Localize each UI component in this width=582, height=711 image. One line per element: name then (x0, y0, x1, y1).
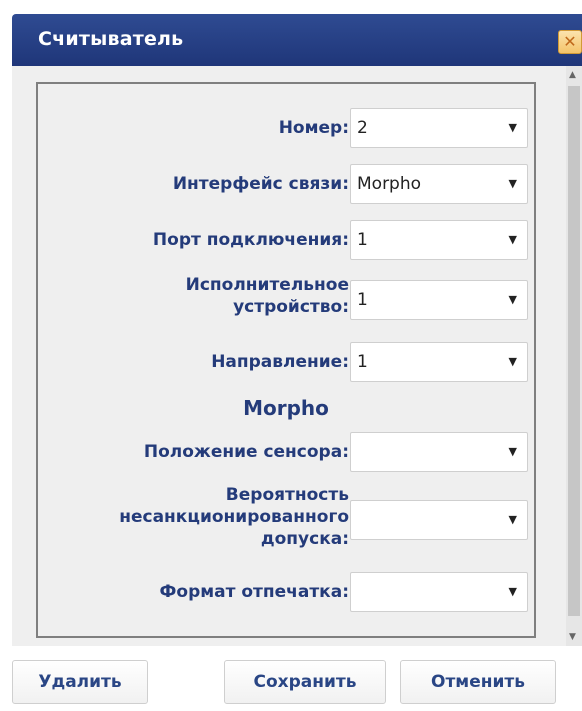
direction-row: Направление: 1 ▼ (38, 342, 534, 382)
far-select[interactable]: ▼ (350, 500, 528, 540)
cancel-button[interactable]: Отменить (400, 660, 556, 704)
port-value: 1 (357, 230, 368, 250)
chevron-down-icon: ▼ (508, 121, 517, 134)
chevron-down-icon: ▼ (508, 233, 517, 246)
executive-device-select[interactable]: 1 ▼ (350, 280, 528, 320)
executive-device-label-line2: устройство: (233, 297, 349, 317)
chevron-down-icon: ▼ (508, 355, 517, 368)
scroll-down-icon[interactable]: ▼ (569, 632, 576, 642)
number-label: Номер: (278, 118, 349, 138)
sensor-position-label: Положение сенсора: (143, 442, 349, 462)
executive-device-row: Исполнительное устройство: 1 ▼ (38, 272, 534, 328)
chevron-down-icon: ▼ (508, 177, 517, 190)
chevron-down-icon: ▼ (508, 445, 517, 458)
chevron-down-icon: ▼ (508, 293, 517, 306)
direction-select[interactable]: 1 ▼ (350, 342, 528, 382)
far-label-line2: несанкционированного (119, 507, 349, 527)
print-format-label: Формат отпечатка: (159, 582, 349, 602)
sensor-position-select[interactable]: ▼ (350, 432, 528, 472)
interface-label: Интерфейс связи: (172, 174, 349, 194)
number-row: Номер: 2 ▼ (38, 108, 534, 148)
dialog-footer: Удалить Сохранить Отменить (12, 646, 582, 711)
vertical-scrollbar[interactable]: ▲ ▼ (566, 66, 582, 646)
scroll-up-icon[interactable]: ▲ (569, 70, 576, 80)
dialog-content: Номер: 2 ▼ Интерфейс связи: Morpho ▼ Пор… (12, 66, 566, 646)
port-label: Порт подключения: (152, 230, 349, 250)
close-icon: ✕ (563, 32, 577, 51)
close-button[interactable]: ✕ (558, 30, 582, 54)
executive-device-label: Исполнительное устройство: (186, 274, 349, 318)
chevron-down-icon: ▼ (508, 513, 517, 526)
scrollbar-thumb[interactable] (568, 86, 580, 616)
delete-button[interactable]: Удалить (12, 660, 148, 704)
far-label: Вероятность несанкционированного допуска… (119, 484, 349, 550)
number-value: 2 (357, 118, 368, 138)
chevron-down-icon: ▼ (508, 585, 517, 598)
dialog-title: Считыватель (38, 28, 184, 50)
number-select[interactable]: 2 ▼ (350, 108, 528, 148)
print-format-select[interactable]: ▼ (350, 572, 528, 612)
morpho-section-title: Morpho (243, 396, 329, 420)
sensor-position-row: Положение сенсора: ▼ (38, 432, 534, 472)
far-row: Вероятность несанкционированного допуска… (38, 484, 534, 560)
far-label-line1: Вероятность (225, 485, 349, 505)
interface-value: Morpho (357, 174, 422, 194)
interface-row: Интерфейс связи: Morpho ▼ (38, 164, 534, 204)
executive-device-value: 1 (357, 290, 368, 310)
port-row: Порт подключения: 1 ▼ (38, 220, 534, 260)
reader-dialog: Считыватель ✕ Номер: 2 ▼ Интерфейс связи… (0, 0, 582, 711)
print-format-row: Формат отпечатка: ▼ (38, 572, 534, 612)
direction-value: 1 (357, 352, 368, 372)
executive-device-label-line1: Исполнительное (185, 275, 349, 295)
settings-panel: Номер: 2 ▼ Интерфейс связи: Morpho ▼ Пор… (36, 82, 536, 638)
interface-select[interactable]: Morpho ▼ (350, 164, 528, 204)
dialog-titlebar[interactable]: Считыватель ✕ (12, 14, 582, 66)
save-button[interactable]: Сохранить (224, 660, 386, 704)
direction-label: Направление: (211, 352, 349, 372)
port-select[interactable]: 1 ▼ (350, 220, 528, 260)
far-label-line3: допуска: (260, 529, 349, 549)
